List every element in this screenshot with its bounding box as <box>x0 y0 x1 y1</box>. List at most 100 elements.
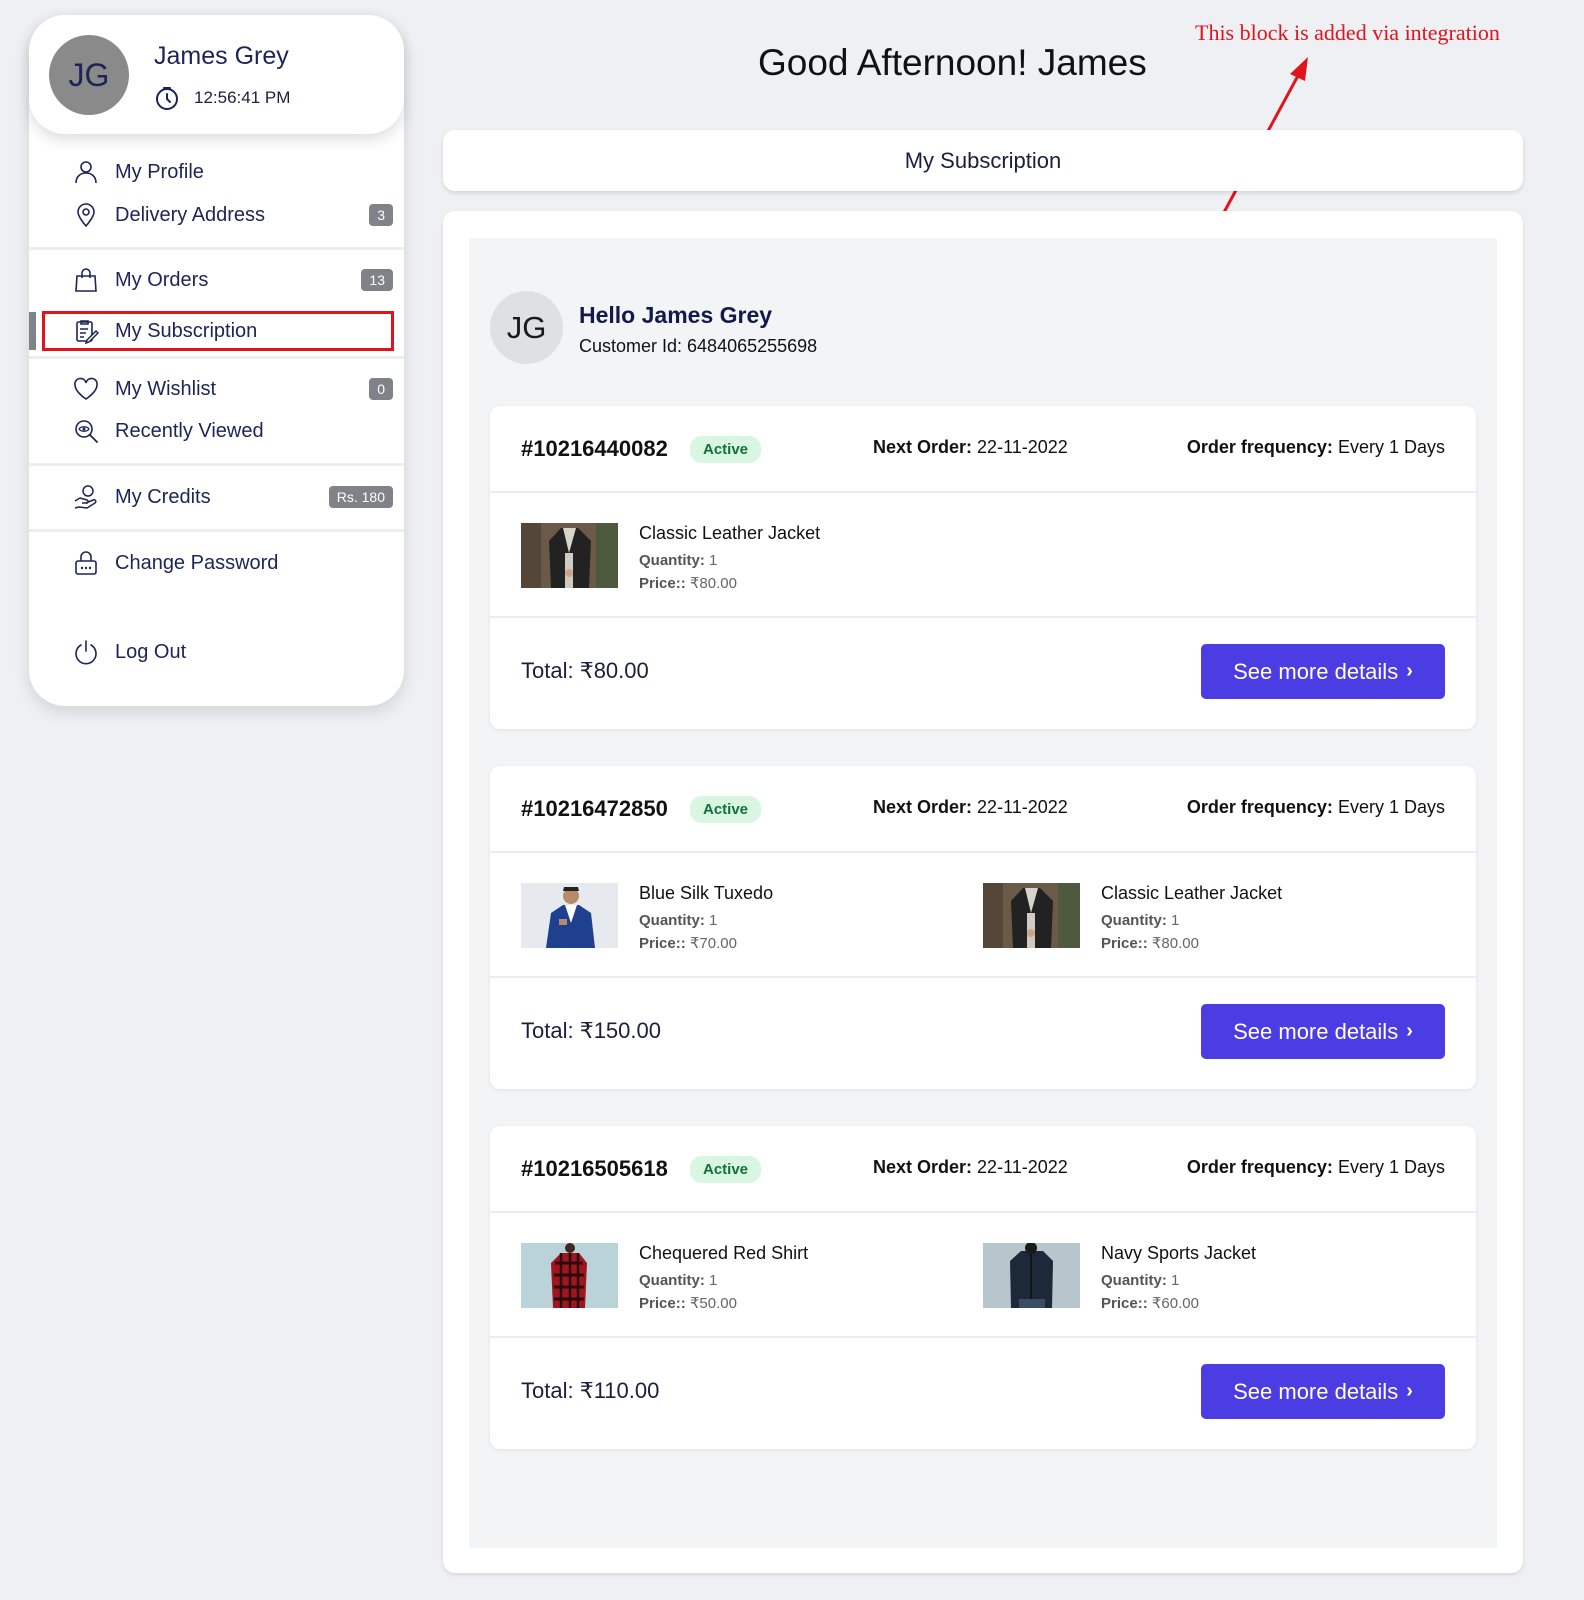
sidebar-item-label: My Credits <box>115 485 211 508</box>
sidebar-item-my-credits[interactable]: My Credits Rs. 180 <box>73 479 393 515</box>
subscription-header: #10216505618 Active Next Order: 22-11-20… <box>490 1126 1476 1213</box>
chevron-right-icon: › <box>1406 660 1413 682</box>
sidebar-item-label: Change Password <box>115 551 279 574</box>
next-order-label: Next Order: <box>873 1157 973 1177</box>
product-info: Chequered Red Shirt Quantity: 1 Price:: … <box>639 1243 808 1315</box>
see-more-details-button[interactable]: See more details › <box>1201 644 1445 699</box>
annotation-text: This block is added via integration <box>1195 20 1500 45</box>
divider <box>29 356 404 359</box>
price-value: ₹80.00 <box>689 575 737 592</box>
integration-block: JG Hello James Grey Customer Id: 6484065… <box>469 238 1497 1548</box>
sidebar-item-label: My Wishlist <box>115 377 217 400</box>
product-image-leather-jacket[interactable] <box>521 523 618 588</box>
chevron-right-icon: › <box>1406 1020 1413 1042</box>
price-value: ₹60.00 <box>1151 1295 1199 1312</box>
customer-avatar: JG <box>490 291 563 364</box>
product-quantity: Quantity: 1 <box>1101 1269 1256 1292</box>
product-quantity: Quantity: 1 <box>639 909 773 932</box>
subscription-card: #10216472850 Active Next Order: 22-11-20… <box>490 766 1476 1089</box>
product-price: Price:: ₹80.00 <box>1101 932 1282 955</box>
sidebar-item-delivery-address[interactable]: Delivery Address 3 <box>73 197 393 233</box>
subscription-total: Total: ₹150.00 <box>521 1018 661 1043</box>
active-indicator <box>29 312 36 350</box>
subscription-total: Total: ₹80.00 <box>521 658 649 683</box>
location-pin-icon <box>73 202 99 228</box>
divider <box>29 463 404 466</box>
sidebar-item-label: Log Out <box>115 640 187 663</box>
product-item: Navy Sports Jacket Quantity: 1 Price:: ₹… <box>983 1243 1256 1315</box>
count-badge: 13 <box>361 269 393 291</box>
product-quantity: Quantity: 1 <box>639 1269 808 1292</box>
quantity-label: Quantity: <box>1101 1272 1167 1289</box>
clock-icon <box>156 87 178 110</box>
product-item: Classic Leather Jacket Quantity: 1 Price… <box>521 523 820 595</box>
subscription-header: #10216472850 Active Next Order: 22-11-20… <box>490 766 1476 853</box>
next-order-date: 22-11-2022 <box>977 1157 1068 1177</box>
sidebar-item-label: My Profile <box>115 160 204 183</box>
count-badge: 3 <box>369 204 393 226</box>
order-frequency-label: Order frequency: <box>1186 437 1333 457</box>
price-label: Price:: <box>1101 935 1148 952</box>
product-info: Classic Leather Jacket Quantity: 1 Price… <box>1101 883 1282 955</box>
shopping-bag-icon <box>73 267 99 293</box>
sidebar-item-log-out[interactable]: Log Out <box>73 634 393 670</box>
status-badge: Active <box>690 1156 762 1183</box>
subscription-items: Chequered Red Shirt Quantity: 1 Price:: … <box>490 1213 1476 1338</box>
sidebar-item-my-wishlist[interactable]: My Wishlist 0 <box>73 371 393 407</box>
quantity-label: Quantity: <box>639 912 705 929</box>
sidebar-item-my-orders[interactable]: My Orders 13 <box>73 262 393 298</box>
product-name: Chequered Red Shirt <box>639 1243 809 1263</box>
page-title: Good Afternoon! James <box>758 42 1147 83</box>
order-frequency: Order frequency: Every 1 Days <box>1187 437 1445 458</box>
subscription-header: #10216440082 Active Next Order: 22-11-20… <box>490 406 1476 493</box>
quantity-value: 1 <box>709 912 718 929</box>
sidebar-item-label: Delivery Address <box>115 203 266 226</box>
sidebar-item-label: My Orders <box>115 268 209 291</box>
next-order: Next Order: 22-11-2022 <box>873 797 1068 818</box>
product-price: Price:: ₹60.00 <box>1101 1292 1256 1315</box>
subscription-items: Classic Leather Jacket Quantity: 1 Price… <box>490 493 1476 618</box>
tab-my-subscription[interactable]: My Subscription <box>443 130 1523 191</box>
clock-row: 12:56:41 PM <box>154 85 290 111</box>
product-item: Classic Leather Jacket Quantity: 1 Price… <box>983 883 1282 955</box>
next-order-date: 22-11-2022 <box>977 437 1068 457</box>
next-order: Next Order: 22-11-2022 <box>873 437 1068 458</box>
user-icon <box>73 159 99 185</box>
divider <box>29 529 404 532</box>
sidebar-item-my-profile[interactable]: My Profile <box>73 154 393 190</box>
power-icon <box>73 639 99 665</box>
product-image-leather-jacket[interactable] <box>983 883 1080 948</box>
sidebar-item-label: Recently Viewed <box>115 419 264 442</box>
product-price: Price:: ₹80.00 <box>639 572 820 595</box>
count-badge: 0 <box>369 378 393 400</box>
subscription-card: #10216440082 Active Next Order: 22-11-20… <box>490 406 1476 729</box>
eye-search-icon <box>73 418 99 444</box>
see-more-details-button[interactable]: See more details › <box>1201 1004 1445 1059</box>
order-frequency-value: Every 1 Days <box>1337 1157 1445 1177</box>
product-info: Classic Leather Jacket Quantity: 1 Price… <box>639 523 820 595</box>
product-name: Classic Leather Jacket <box>639 523 821 543</box>
chevron-right-icon: › <box>1406 1380 1413 1402</box>
product-name: Navy Sports Jacket <box>1101 1243 1257 1263</box>
product-image-blue-tuxedo[interactable] <box>521 883 618 948</box>
sidebar-item-label: My Subscription <box>115 319 258 342</box>
see-more-details-button[interactable]: See more details › <box>1201 1364 1445 1419</box>
avatar: JG <box>49 35 129 115</box>
sidebar-item-my-subscription[interactable]: My Subscription <box>73 313 393 349</box>
status-badge: Active <box>690 796 762 823</box>
heart-icon <box>73 376 99 402</box>
subscription-panel: JG Hello James Grey Customer Id: 6484065… <box>443 211 1523 1573</box>
product-image-navy-jacket[interactable] <box>983 1243 1080 1308</box>
lock-icon <box>73 550 99 576</box>
product-name: Classic Leather Jacket <box>1101 883 1283 903</box>
sidebar-item-change-password[interactable]: Change Password <box>73 545 393 581</box>
next-order-date: 22-11-2022 <box>977 797 1068 817</box>
profile-name: James Grey <box>154 42 289 70</box>
customer-greeting: Hello James Grey <box>579 302 773 328</box>
sidebar-item-recently-viewed[interactable]: Recently Viewed <box>73 413 393 449</box>
tab-label: My Subscription <box>904 147 1062 173</box>
product-price: Price:: ₹50.00 <box>639 1292 808 1315</box>
hand-coin-icon <box>73 484 99 510</box>
order-frequency-label: Order frequency: <box>1186 797 1333 817</box>
product-image-red-shirt[interactable] <box>521 1243 618 1308</box>
